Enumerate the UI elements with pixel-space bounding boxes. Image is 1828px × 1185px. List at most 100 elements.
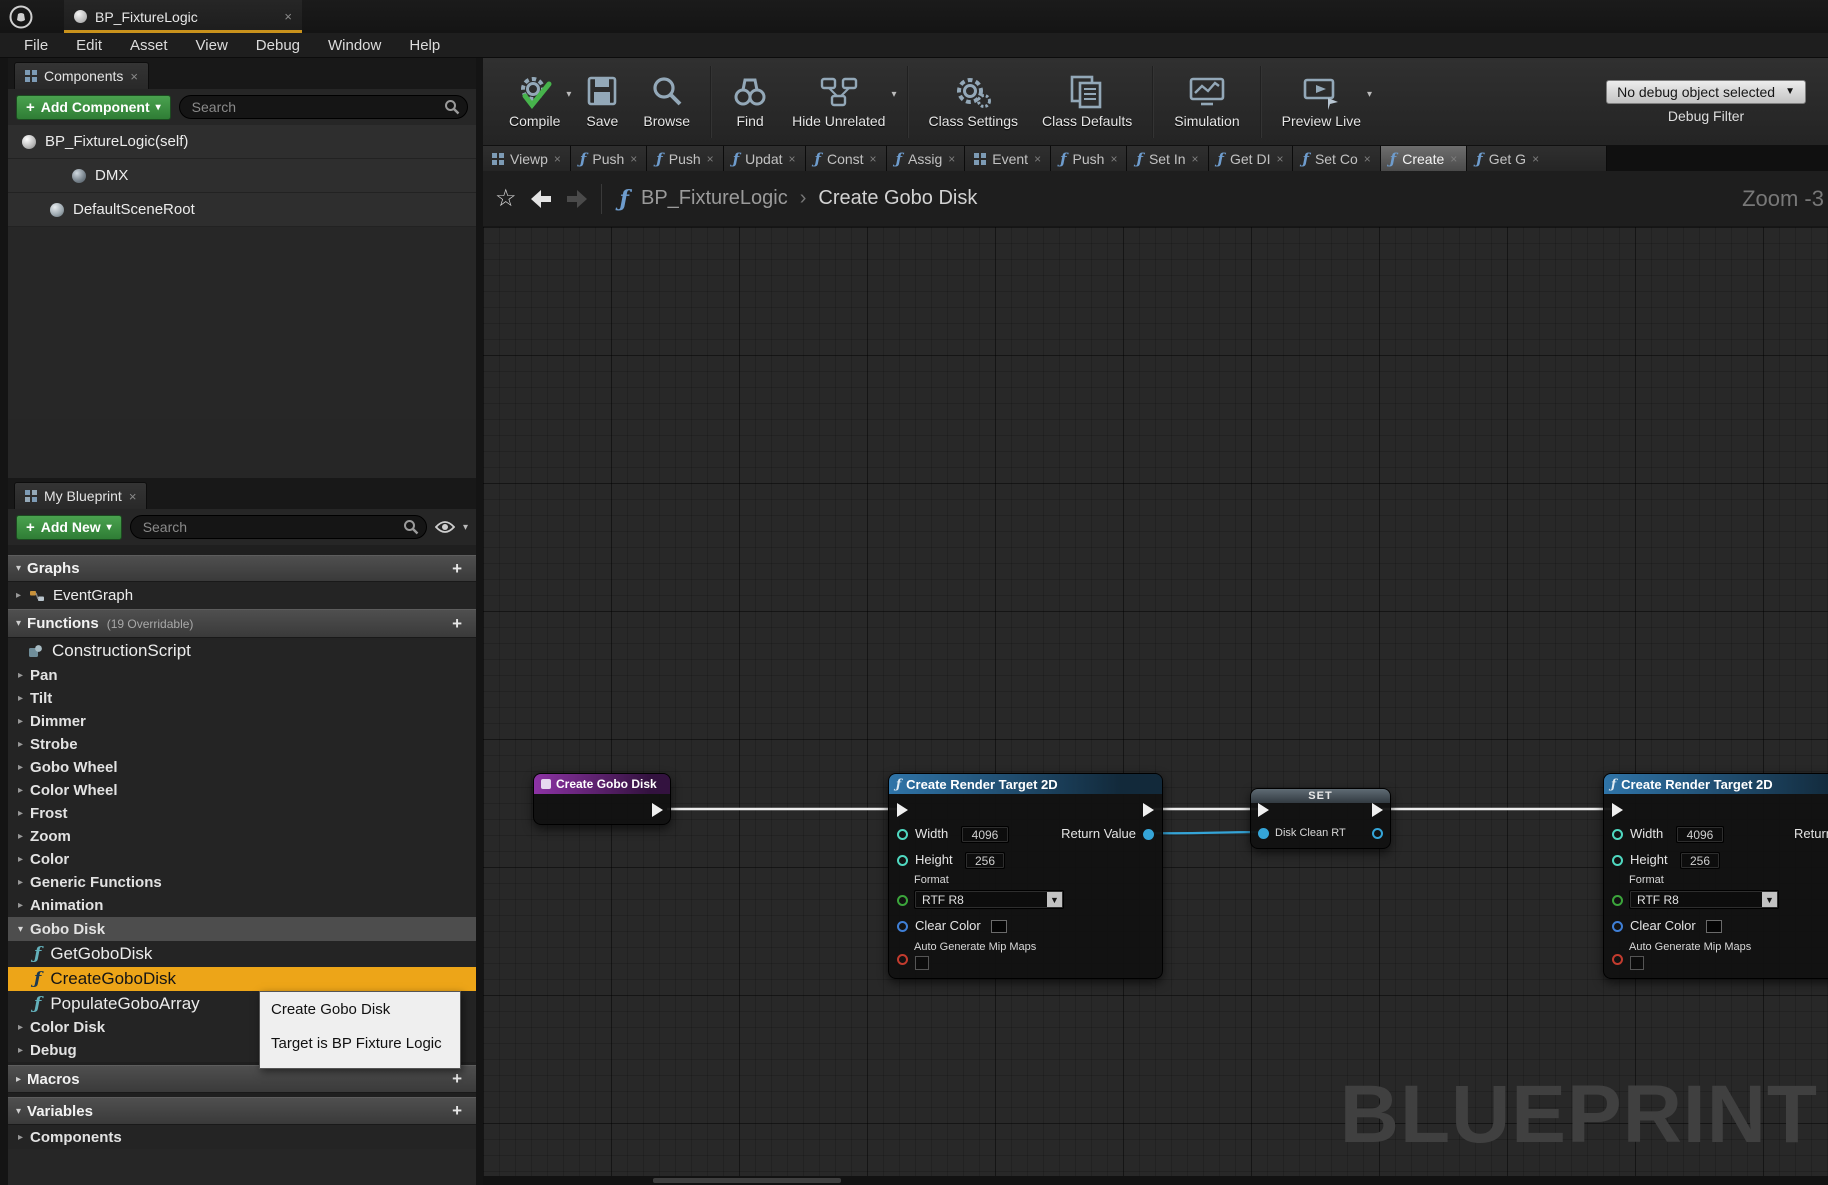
scrollbar-thumb[interactable] bbox=[653, 1178, 841, 1183]
doc-tab-push-2[interactable]: ƒ Push × bbox=[647, 146, 723, 171]
category-components[interactable]: ▸Components bbox=[8, 1125, 476, 1149]
save-button[interactable]: Save bbox=[573, 62, 631, 142]
components-search-input[interactable] bbox=[179, 95, 468, 119]
breadcrumb-current[interactable]: Create Gobo Disk bbox=[818, 187, 977, 210]
expand-arrow-icon[interactable]: ▸ bbox=[16, 590, 21, 601]
close-icon[interactable]: × bbox=[554, 152, 561, 166]
close-icon[interactable]: × bbox=[1450, 152, 1457, 166]
menu-window[interactable]: Window bbox=[314, 33, 395, 58]
close-icon[interactable]: × bbox=[948, 152, 955, 166]
exec-out-pin[interactable] bbox=[1372, 803, 1383, 817]
hide-unrelated-button[interactable]: Hide Unrelated bbox=[780, 62, 897, 142]
disk-clean-rt-in-pin[interactable] bbox=[1258, 828, 1269, 839]
add-graph-button[interactable]: + bbox=[452, 559, 462, 579]
find-button[interactable]: Find bbox=[720, 62, 780, 142]
doc-tab-get-di[interactable]: ƒ Get DI × bbox=[1209, 146, 1294, 171]
clear-color-swatch[interactable] bbox=[991, 920, 1007, 933]
simulation-button[interactable]: Simulation bbox=[1162, 62, 1251, 142]
category-dimmer[interactable]: ▸Dimmer bbox=[8, 710, 476, 733]
node-create-render-target-2d-2[interactable]: ƒ Create Render Target 2D Width 4096 Ret… bbox=[1603, 773, 1828, 979]
add-function-button[interactable]: + bbox=[452, 614, 462, 634]
category-strobe[interactable]: ▸Strobe bbox=[8, 733, 476, 756]
list-item-getgobodisk[interactable]: ƒ GetGoboDisk bbox=[8, 941, 476, 967]
add-variable-button[interactable]: + bbox=[452, 1101, 462, 1121]
category-gobo-disk[interactable]: ▾Gobo Disk bbox=[8, 917, 476, 941]
doc-tab-set-in[interactable]: ƒ Set In × bbox=[1127, 146, 1208, 171]
doc-tab-assign[interactable]: ƒ Assig × bbox=[887, 146, 966, 171]
list-item-eventgraph[interactable]: ▸ EventGraph bbox=[8, 582, 476, 609]
doc-tab-event[interactable]: Event × bbox=[965, 146, 1051, 171]
preview-live-chevron-icon[interactable]: ▾ bbox=[1367, 89, 1372, 100]
close-icon[interactable]: × bbox=[1192, 152, 1199, 166]
node-header[interactable]: Create Gobo Disk bbox=[534, 774, 670, 794]
doc-tab-update[interactable]: ƒ Updat × bbox=[724, 146, 806, 171]
exec-in-pin[interactable] bbox=[1258, 803, 1269, 817]
width-pin[interactable] bbox=[897, 829, 908, 840]
exec-out-pin[interactable] bbox=[1143, 803, 1154, 817]
height-input[interactable]: 256 bbox=[1680, 852, 1720, 869]
mipmaps-checkbox[interactable] bbox=[1630, 956, 1644, 970]
my-blueprint-tab[interactable]: My Blueprint × bbox=[14, 482, 147, 509]
close-icon[interactable]: × bbox=[1532, 152, 1539, 166]
class-settings-button[interactable]: Class Settings bbox=[917, 62, 1030, 142]
height-input[interactable]: 256 bbox=[965, 852, 1005, 869]
back-arrow-icon[interactable] bbox=[529, 189, 553, 209]
format-pin[interactable] bbox=[897, 895, 908, 906]
category-zoom[interactable]: ▸Zoom bbox=[8, 825, 476, 848]
clear-color-swatch[interactable] bbox=[1706, 920, 1722, 933]
list-item-constructionscript[interactable]: ConstructionScript bbox=[8, 638, 476, 664]
menu-help[interactable]: Help bbox=[395, 33, 454, 58]
category-pan[interactable]: ▸Pan bbox=[8, 664, 476, 687]
visibility-eye-icon[interactable] bbox=[435, 520, 455, 534]
forward-arrow-icon[interactable] bbox=[565, 189, 589, 209]
menu-debug[interactable]: Debug bbox=[242, 33, 314, 58]
clear-color-pin[interactable] bbox=[897, 921, 908, 932]
breadcrumb-root[interactable]: BP_FixtureLogic bbox=[641, 187, 788, 210]
menu-asset[interactable]: Asset bbox=[116, 33, 182, 58]
node-create-render-target-2d[interactable]: ƒ Create Render Target 2D Width 4096 Ret… bbox=[888, 773, 1163, 979]
mipmaps-pin[interactable] bbox=[897, 954, 908, 965]
collapse-arrow-icon[interactable]: ▾ bbox=[16, 563, 21, 574]
clear-color-pin[interactable] bbox=[1612, 921, 1623, 932]
node-header[interactable]: ƒ Create Render Target 2D bbox=[889, 774, 1162, 794]
compile-options-chevron-icon[interactable]: ▾ bbox=[566, 89, 571, 100]
doc-tab-push-1[interactable]: ƒ Push × bbox=[571, 146, 647, 171]
category-color-wheel[interactable]: ▸Color Wheel bbox=[8, 779, 476, 802]
menu-edit[interactable]: Edit bbox=[62, 33, 116, 58]
node-header[interactable]: SET bbox=[1251, 789, 1390, 803]
section-functions[interactable]: ▾ Functions (19 Overridable) + bbox=[8, 609, 476, 638]
width-input[interactable]: 4096 bbox=[961, 826, 1009, 843]
format-pin[interactable] bbox=[1612, 895, 1623, 906]
blueprint-graph-canvas[interactable]: Create Gobo Disk ƒ Create Render Target … bbox=[483, 227, 1828, 1176]
height-pin[interactable] bbox=[1612, 855, 1623, 866]
debug-object-select[interactable]: No debug object selected ▼ bbox=[1606, 80, 1806, 104]
close-icon[interactable]: × bbox=[870, 152, 877, 166]
close-icon[interactable]: × bbox=[1034, 152, 1041, 166]
category-color[interactable]: ▸Color bbox=[8, 848, 476, 871]
category-frost[interactable]: ▸Frost bbox=[8, 802, 476, 825]
disk-clean-rt-out-pin[interactable] bbox=[1372, 828, 1383, 839]
node-set-disk-clean-rt[interactable]: SET Disk Clean RT bbox=[1250, 788, 1391, 849]
tree-row[interactable]: BP_FixtureLogic(self) bbox=[8, 125, 476, 159]
section-macros[interactable]: ▸ Macros + bbox=[8, 1065, 476, 1093]
collapse-arrow-icon[interactable]: ▸ bbox=[16, 1074, 21, 1085]
tree-row[interactable]: DefaultSceneRoot bbox=[8, 193, 476, 227]
doc-tab-get-g[interactable]: ƒ Get G × bbox=[1467, 146, 1607, 171]
width-input[interactable]: 4096 bbox=[1676, 826, 1724, 843]
close-icon[interactable]: × bbox=[1276, 152, 1283, 166]
graph-horizontal-scrollbar[interactable] bbox=[483, 1176, 1828, 1185]
mipmaps-pin[interactable] bbox=[1612, 954, 1623, 965]
doc-tab-viewport[interactable]: Viewp × bbox=[483, 146, 571, 171]
tab-close-icon[interactable]: × bbox=[284, 9, 292, 24]
components-tab[interactable]: Components × bbox=[14, 62, 149, 89]
collapse-arrow-icon[interactable]: ▾ bbox=[16, 618, 21, 629]
menu-file[interactable]: File bbox=[10, 33, 62, 58]
collapse-arrow-icon[interactable]: ▾ bbox=[16, 1106, 21, 1117]
category-tilt[interactable]: ▸Tilt bbox=[8, 687, 476, 710]
list-item-creategobodisk[interactable]: ƒ CreateGoboDisk bbox=[8, 967, 476, 991]
format-dropdown[interactable]: RTF R8 ▼ bbox=[914, 890, 1064, 909]
node-header[interactable]: ƒ Create Render Target 2D bbox=[1604, 774, 1828, 794]
width-pin[interactable] bbox=[1612, 829, 1623, 840]
category-generic-functions[interactable]: ▸Generic Functions bbox=[8, 871, 476, 894]
height-pin[interactable] bbox=[897, 855, 908, 866]
